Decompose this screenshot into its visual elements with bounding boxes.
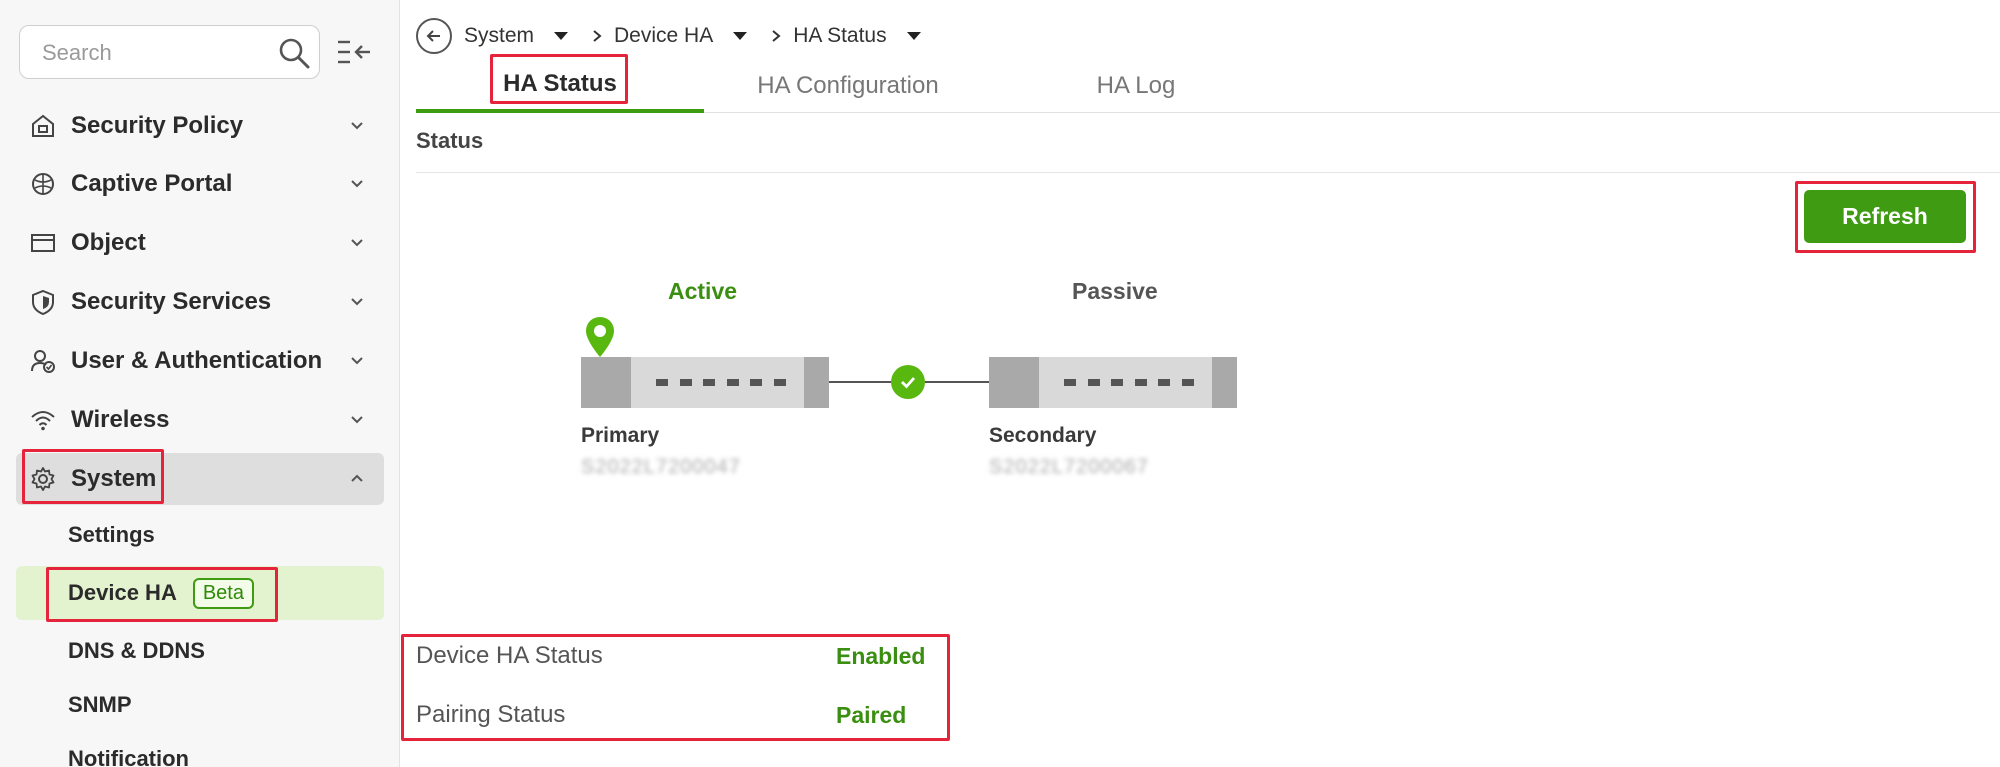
divider bbox=[416, 172, 2000, 173]
gear-icon bbox=[28, 464, 58, 494]
check-circle-icon bbox=[891, 365, 925, 399]
passive-role-label: Passive bbox=[1072, 278, 1158, 304]
sidebar-item-label: System bbox=[71, 465, 157, 492]
tab-bar: HA Status HA Configuration HA Log bbox=[416, 58, 2000, 113]
sidebar-subitem-label: DNS & DDNS bbox=[68, 638, 205, 663]
sidebar-item-user-authentication[interactable]: User & Authentication bbox=[16, 335, 384, 387]
status-value: Enabled bbox=[836, 642, 926, 669]
sidebar-subitem-label: Device HA bbox=[68, 580, 177, 605]
sidebar-item-security-services[interactable]: Security Services bbox=[16, 276, 384, 328]
tab-ha-status[interactable]: HA Status bbox=[416, 58, 704, 113]
wifi-icon bbox=[28, 405, 58, 435]
sidebar-subitem-device-ha[interactable]: Device HA Beta bbox=[16, 566, 384, 620]
chevron-right-icon bbox=[772, 30, 781, 42]
secondary-device bbox=[989, 357, 1237, 408]
back-button[interactable] bbox=[416, 18, 452, 54]
caret-down-icon[interactable] bbox=[906, 32, 921, 40]
arrow-left-icon bbox=[426, 30, 440, 42]
breadcrumb-label: HA Status bbox=[793, 24, 887, 47]
status-label: Pairing Status bbox=[416, 701, 566, 728]
breadcrumb: System Device HA HA Status bbox=[416, 18, 921, 54]
caret-down-icon[interactable] bbox=[554, 32, 569, 40]
sidebar-item-system[interactable]: System bbox=[16, 453, 384, 505]
status-value: Paired bbox=[836, 701, 907, 728]
chevron-down-icon bbox=[351, 239, 363, 247]
caret-down-icon[interactable] bbox=[733, 32, 748, 40]
tab-label: HA Log bbox=[1096, 71, 1176, 99]
status-row-pairing: Pairing Status Paired bbox=[416, 695, 936, 735]
sidebar-subitem-snmp[interactable]: SNMP bbox=[16, 678, 384, 732]
tab-ha-configuration[interactable]: HA Configuration bbox=[704, 58, 992, 113]
sidebar-item-label: Security Policy bbox=[71, 112, 244, 139]
chevron-down-icon bbox=[351, 357, 363, 365]
primary-serial: S2022L7200047 bbox=[581, 456, 741, 478]
sidebar-subitem-dns-ddns[interactable]: DNS & DDNS bbox=[16, 624, 384, 678]
sidebar-item-label: Object bbox=[71, 229, 146, 256]
sidebar-item-object[interactable]: Object bbox=[16, 217, 384, 269]
link-line bbox=[829, 381, 891, 383]
sidebar-item-wireless[interactable]: Wireless bbox=[16, 394, 384, 446]
captive-portal-icon bbox=[28, 169, 58, 199]
sidebar-item-security-policy[interactable]: Security Policy bbox=[16, 100, 384, 152]
chevron-right-icon bbox=[593, 30, 602, 42]
breadcrumb-item-system[interactable]: System bbox=[464, 24, 569, 48]
status-label: Device HA Status bbox=[416, 642, 603, 669]
collapse-menu-icon[interactable] bbox=[336, 36, 372, 68]
sidebar-subitem-label: Settings bbox=[68, 522, 155, 547]
chevron-down-icon bbox=[351, 122, 363, 130]
security-policy-icon bbox=[28, 111, 58, 141]
breadcrumb-item-ha-status[interactable]: HA Status bbox=[793, 24, 921, 48]
sidebar-item-captive-portal[interactable]: Captive Portal bbox=[16, 158, 384, 210]
object-icon bbox=[28, 228, 58, 258]
active-role-label: Active bbox=[668, 278, 738, 304]
sidebar-subitem-notification[interactable]: Notification bbox=[16, 732, 384, 767]
location-pin-icon bbox=[586, 317, 614, 357]
primary-label: Primary bbox=[581, 424, 660, 447]
search-input[interactable] bbox=[42, 38, 272, 68]
secondary-label: Secondary bbox=[989, 424, 1097, 447]
secondary-serial: S2022L7200067 bbox=[989, 456, 1149, 478]
sidebar-item-label: Wireless bbox=[71, 406, 170, 433]
breadcrumb-label: Device HA bbox=[614, 24, 714, 47]
link-line bbox=[925, 381, 989, 383]
chevron-up-icon bbox=[351, 474, 363, 482]
search-icon[interactable] bbox=[277, 36, 311, 70]
shield-icon bbox=[28, 287, 58, 317]
refresh-button[interactable]: Refresh bbox=[1804, 190, 1966, 243]
tab-label: HA Configuration bbox=[757, 71, 939, 99]
chevron-down-icon bbox=[351, 416, 363, 424]
sidebar-subitem-settings[interactable]: Settings bbox=[16, 508, 384, 562]
primary-device bbox=[581, 357, 829, 408]
search-box[interactable] bbox=[19, 25, 320, 79]
sidebar-item-label: User & Authentication bbox=[71, 347, 323, 374]
sidebar-item-label: Captive Portal bbox=[71, 170, 233, 197]
breadcrumb-item-device-ha[interactable]: Device HA bbox=[614, 24, 748, 48]
tab-label: HA Status bbox=[503, 69, 617, 97]
sidebar: Security Policy Captive Portal Object Se… bbox=[0, 0, 400, 767]
status-row-device-ha: Device HA Status Enabled bbox=[416, 636, 936, 676]
breadcrumb-label: System bbox=[464, 24, 535, 47]
user-auth-icon bbox=[28, 346, 58, 376]
sidebar-item-label: Security Services bbox=[71, 288, 272, 315]
chevron-down-icon bbox=[351, 180, 363, 188]
main-content: System Device HA HA Status HA Status HA … bbox=[400, 0, 2000, 767]
section-title: Status bbox=[416, 128, 484, 153]
tab-ha-log[interactable]: HA Log bbox=[992, 58, 1280, 113]
sidebar-subitem-label: SNMP bbox=[68, 692, 132, 717]
sidebar-subitem-label: Notification bbox=[68, 746, 189, 767]
chevron-down-icon bbox=[351, 298, 363, 306]
beta-badge: Beta bbox=[192, 577, 254, 609]
